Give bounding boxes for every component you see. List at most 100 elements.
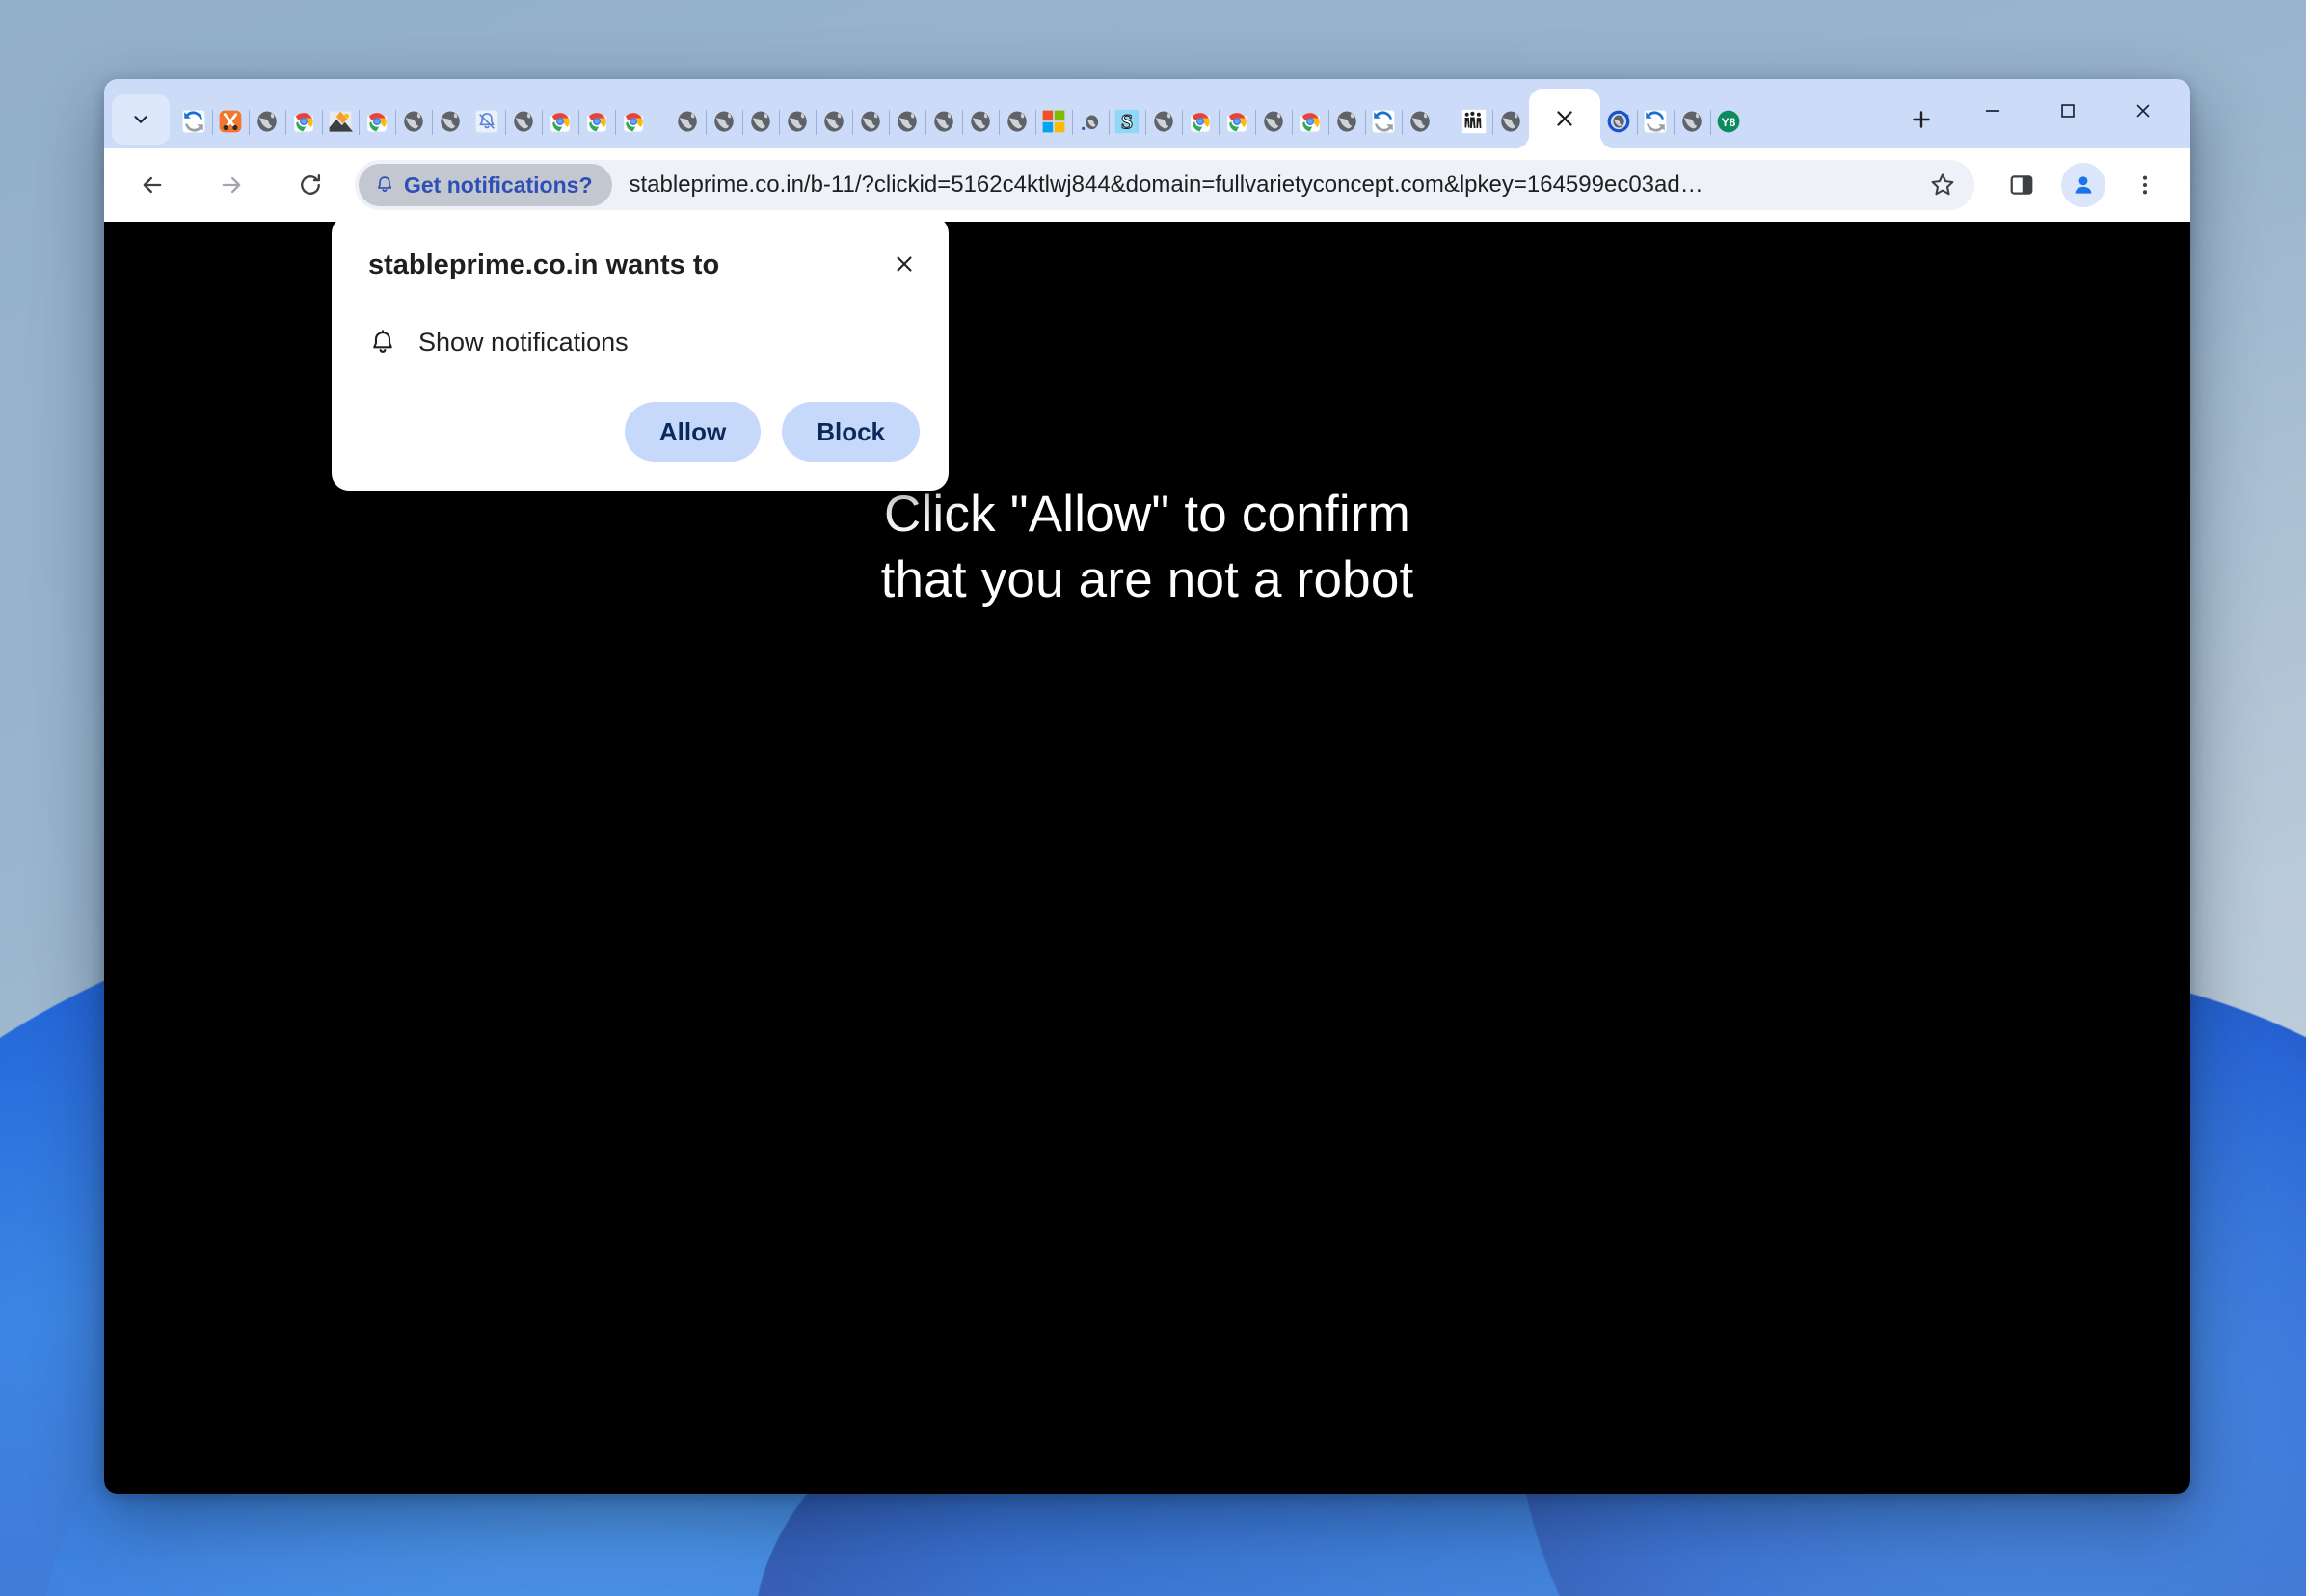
browser-tab[interactable] xyxy=(962,94,999,148)
browser-tab[interactable] xyxy=(395,94,432,148)
browser-tab[interactable] xyxy=(432,94,469,148)
browser-tab[interactable] xyxy=(469,94,505,148)
globe-icon xyxy=(748,109,773,134)
browser-tab[interactable] xyxy=(1365,94,1402,148)
new-tab-button[interactable] xyxy=(1895,93,1947,146)
browser-tab[interactable] xyxy=(505,94,542,148)
globe-icon xyxy=(401,109,426,134)
chevron-down-icon xyxy=(134,116,147,123)
browser-tab[interactable] xyxy=(706,94,742,148)
browser-tab[interactable]: S xyxy=(1109,94,1145,148)
browser-tab[interactable] xyxy=(1674,94,1710,148)
browser-tab[interactable] xyxy=(542,94,578,148)
browser-tab[interactable] xyxy=(1035,94,1072,148)
browser-tab[interactable] xyxy=(212,94,249,148)
browser-tab[interactable] xyxy=(578,94,615,148)
forward-button[interactable] xyxy=(204,158,258,212)
chrome-icon xyxy=(1224,109,1249,134)
browser-tab[interactable] xyxy=(925,94,962,148)
maximize-icon xyxy=(2061,104,2075,118)
side-panel-button[interactable] xyxy=(1994,157,2050,213)
browser-tab[interactable] xyxy=(175,94,212,148)
y8-icon: Y8 xyxy=(1716,109,1741,134)
people-icon xyxy=(1461,109,1487,134)
globe-icon xyxy=(1005,109,1030,134)
browser-tab[interactable] xyxy=(249,94,285,148)
browser-menu-button[interactable] xyxy=(2117,157,2173,213)
chrome-icon xyxy=(1298,109,1323,134)
dialog-title: stableprime.co.in wants to xyxy=(368,250,720,280)
maximize-button[interactable] xyxy=(2030,79,2105,143)
bookmark-button[interactable] xyxy=(1920,163,1965,207)
get-notifications-chip[interactable]: Get notifications? xyxy=(359,164,612,206)
browser-tab[interactable] xyxy=(1255,94,1292,148)
globe-icon xyxy=(511,109,536,134)
page-viewport: Click "Allow" to confirm that you are no… xyxy=(104,222,2190,1494)
plus-icon xyxy=(1913,111,1930,128)
tab-search-button[interactable] xyxy=(112,94,170,145)
chrome-icon xyxy=(621,109,646,134)
back-button[interactable] xyxy=(125,158,179,212)
reload-button[interactable] xyxy=(283,158,337,212)
small-globe-icon xyxy=(1078,109,1103,134)
browser-tab[interactable] xyxy=(889,94,925,148)
reload-icon xyxy=(301,174,321,195)
notification-permission-dialog: stableprime.co.in wants to Show notifica… xyxy=(332,222,949,491)
browser-tab[interactable] xyxy=(1182,94,1219,148)
block-button[interactable]: Block xyxy=(782,402,920,462)
globe-icon xyxy=(1334,109,1359,134)
close-tab-button[interactable] xyxy=(1552,106,1577,131)
browser-tab[interactable] xyxy=(816,94,852,148)
browser-tab[interactable] xyxy=(999,94,1035,148)
url-text[interactable]: stableprime.co.in/b-11/?clickid=5162c4kt… xyxy=(630,172,1921,199)
window-controls xyxy=(1955,79,2181,148)
browser-tab[interactable] xyxy=(852,94,889,148)
browser-tab[interactable] xyxy=(1402,94,1438,148)
svg-text:S: S xyxy=(1121,109,1133,133)
close-window-button[interactable] xyxy=(2105,79,2181,143)
back-arrow-icon xyxy=(143,176,162,194)
browser-tab[interactable] xyxy=(1219,94,1255,148)
browser-tab[interactable] xyxy=(285,94,322,148)
globe-icon xyxy=(1261,109,1286,134)
browser-tab[interactable] xyxy=(1328,94,1365,148)
bell-icon xyxy=(377,176,392,192)
tabs-container: S Y8 xyxy=(175,79,1882,148)
star-icon xyxy=(1931,173,1954,196)
browser-tab[interactable] xyxy=(615,94,652,148)
close-icon xyxy=(897,256,912,272)
browser-tab[interactable] xyxy=(1072,94,1109,148)
globe-icon xyxy=(1498,109,1523,134)
active-tab[interactable] xyxy=(1529,89,1600,148)
allow-button[interactable]: Allow xyxy=(624,402,762,462)
dialog-close-button[interactable] xyxy=(885,245,924,283)
globe-icon xyxy=(858,109,883,134)
browser-tab[interactable] xyxy=(1456,94,1492,148)
chrome-icon xyxy=(1188,109,1213,134)
browser-tab[interactable] xyxy=(1637,94,1674,148)
microsoft-icon xyxy=(1041,109,1066,134)
bell-icon xyxy=(373,329,392,353)
profile-button[interactable] xyxy=(2055,157,2111,213)
globe-icon xyxy=(931,109,956,134)
browser-tab[interactable] xyxy=(1145,94,1182,148)
browser-tab[interactable] xyxy=(1600,94,1637,148)
browser-tab[interactable] xyxy=(742,94,779,148)
browser-tab[interactable] xyxy=(669,94,706,148)
globe-icon xyxy=(1679,109,1704,134)
person-icon xyxy=(2075,176,2092,194)
forward-arrow-icon xyxy=(222,176,241,194)
sync-icon xyxy=(1643,109,1668,134)
globe-icon xyxy=(895,109,920,134)
minimize-icon xyxy=(1985,110,2000,112)
browser-tab[interactable] xyxy=(779,94,816,148)
globe-icon xyxy=(968,109,993,134)
browser-tab[interactable] xyxy=(1292,94,1328,148)
close-icon xyxy=(2136,104,2150,118)
browser-tab[interactable] xyxy=(322,94,359,148)
address-bar[interactable]: Get notifications? stableprime.co.in/b-1… xyxy=(355,160,1974,210)
minimize-button[interactable] xyxy=(1955,79,2030,143)
image-icon xyxy=(328,109,353,134)
browser-tab[interactable]: Y8 xyxy=(1710,94,1747,148)
browser-tab[interactable] xyxy=(359,94,395,148)
